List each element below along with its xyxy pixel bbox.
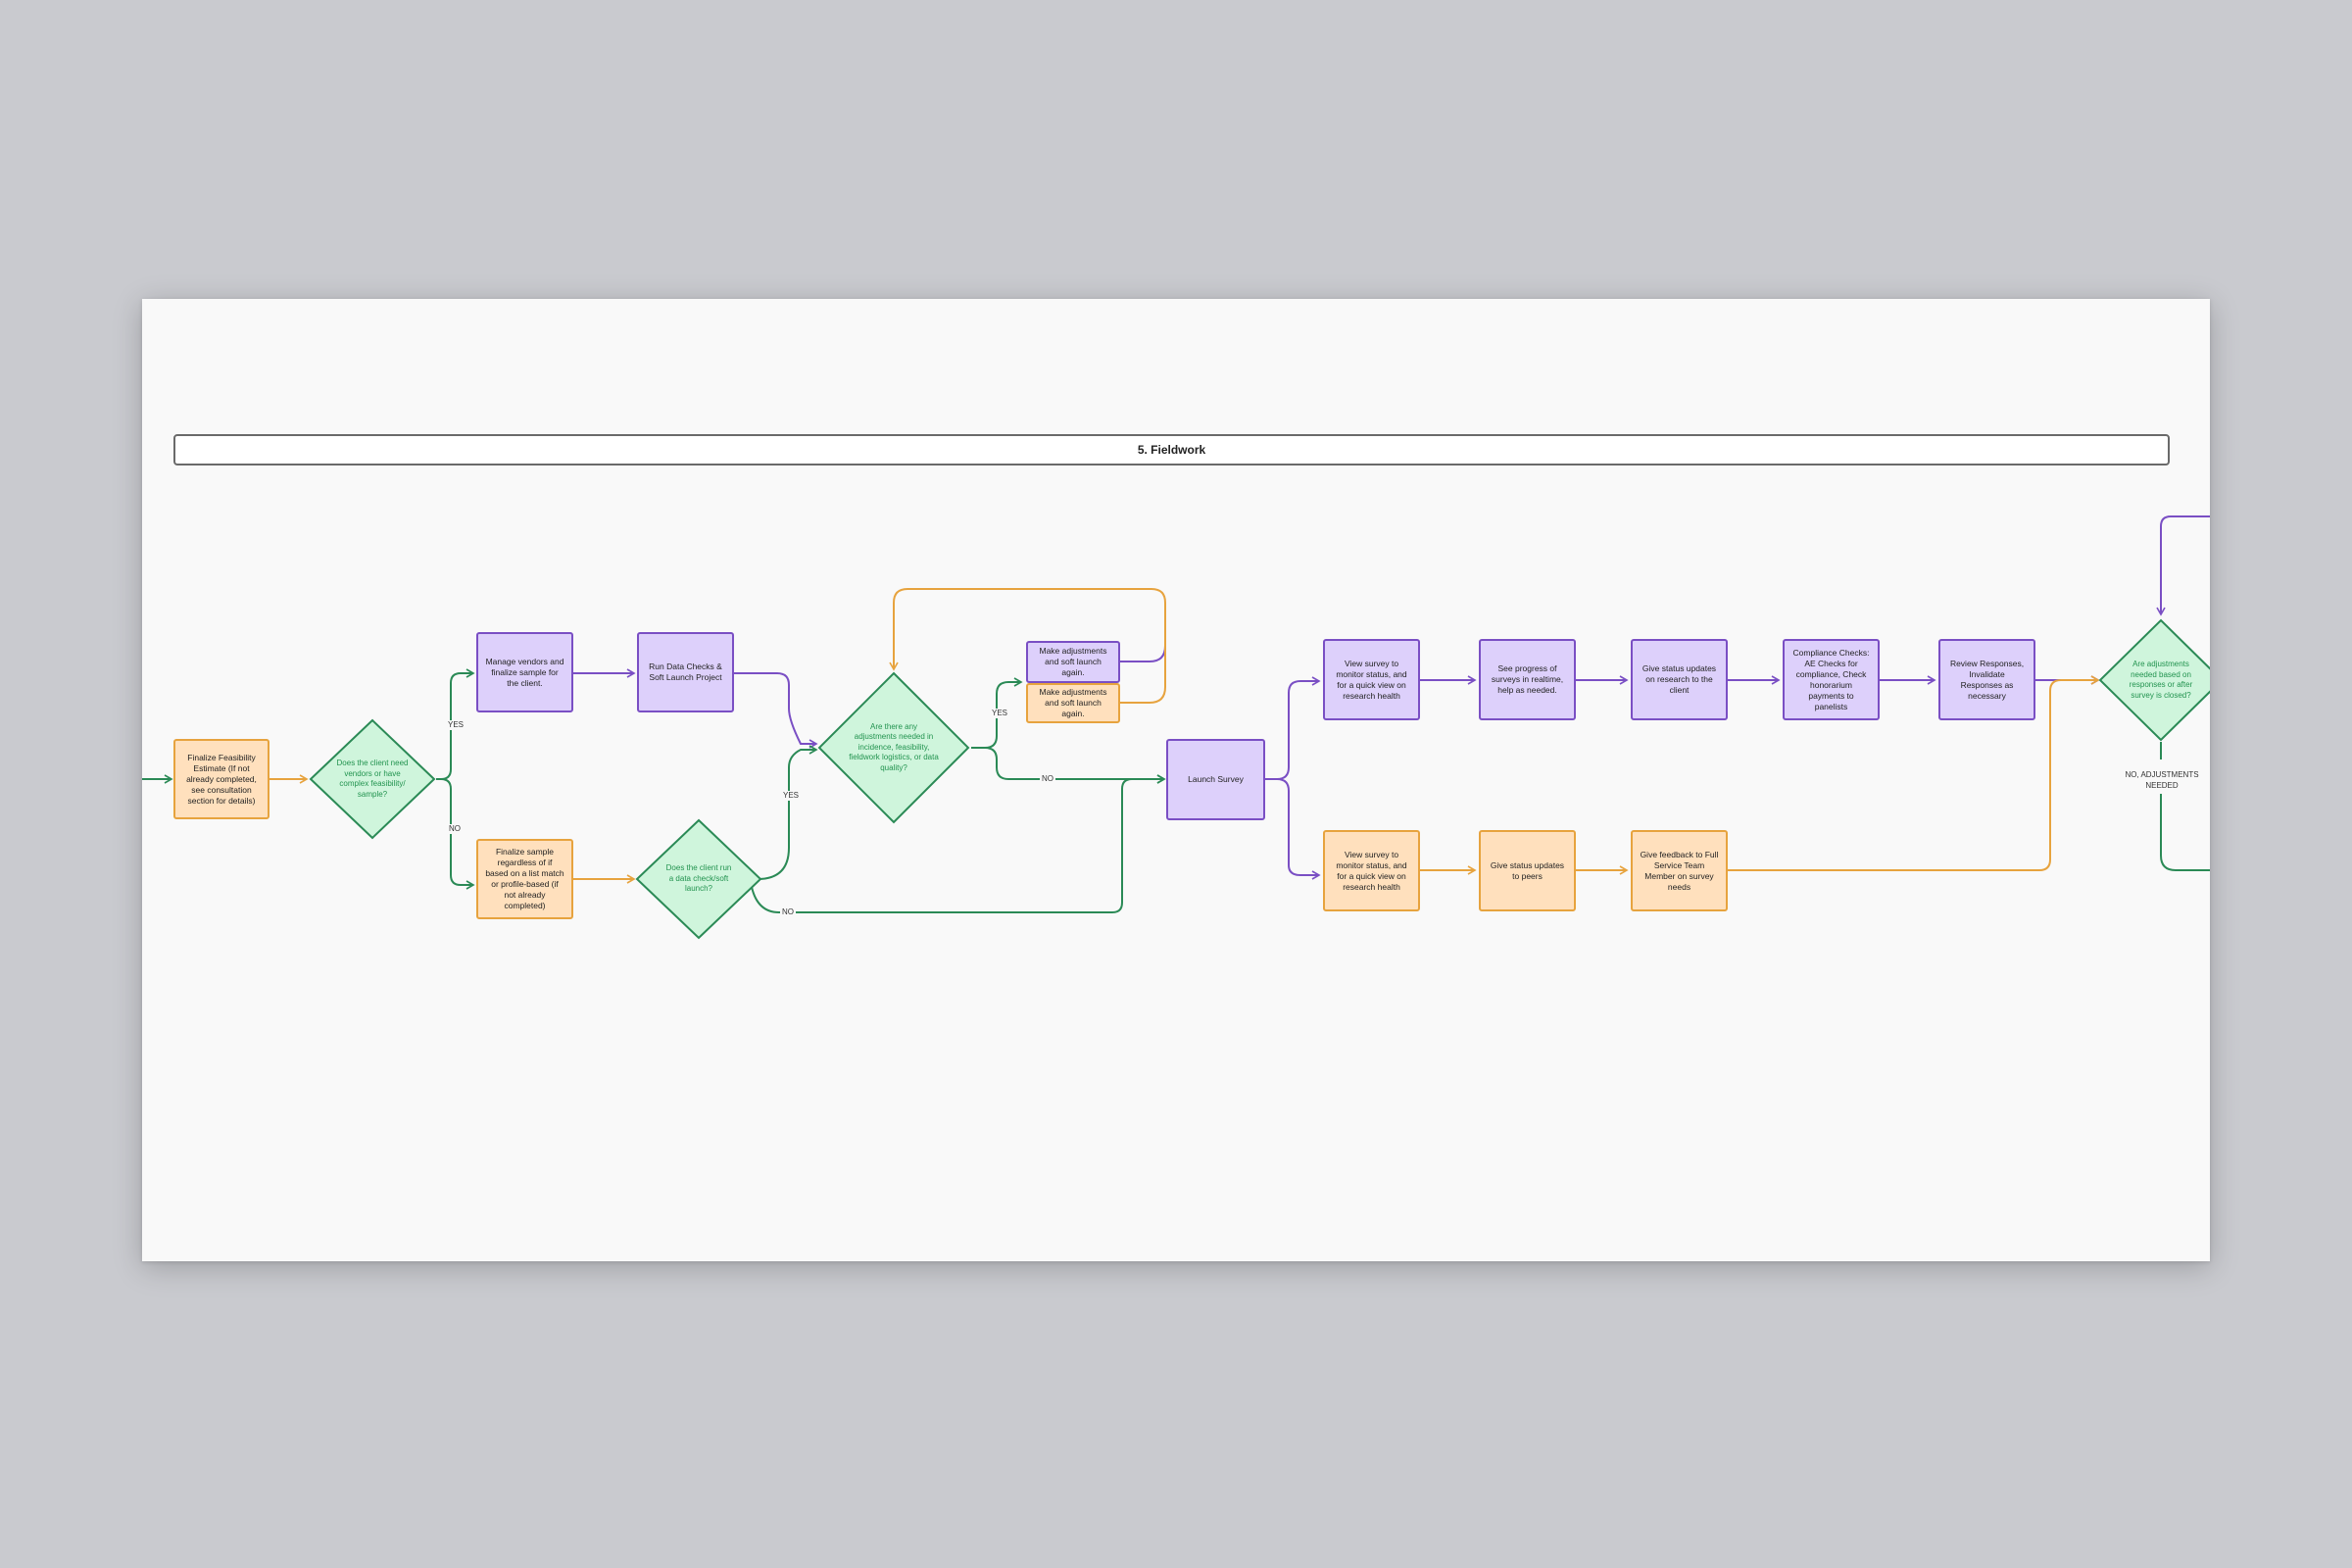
decision-data-check-text[interactable]: Does the client run a data check/soft la… xyxy=(665,856,732,903)
label-yes-adjustments: YES xyxy=(990,709,1010,718)
label-no-adjustments: NO xyxy=(1040,774,1055,784)
edge-loop-purple xyxy=(1120,627,1166,662)
edge-decision2-yes xyxy=(752,745,818,880)
node-view-survey-orange[interactable]: View survey to monitor status, and for a… xyxy=(1323,830,1420,911)
edge-decision4-out xyxy=(2160,794,2210,871)
node-review-responses[interactable]: Review Responses, Invalidate Responses a… xyxy=(1938,639,2035,720)
edge-decision3-no xyxy=(971,747,1166,784)
edge-launch-branch-bottom xyxy=(1276,778,1321,880)
decision-adjustments-after-text[interactable]: Are adjustments needed based on response… xyxy=(2127,650,2195,710)
node-give-status-client[interactable]: Give status updates on research to the c… xyxy=(1631,639,1728,720)
label-no-vendors: NO xyxy=(447,824,463,834)
node-see-progress[interactable]: See progress of surveys in realtime, hel… xyxy=(1479,639,1576,720)
label-no-adjustments-needed: NO, ADJUSTMENTS NEEDED xyxy=(2122,769,2202,791)
edge-decision4-in xyxy=(2156,515,2210,616)
node-manage-vendors[interactable]: Manage vendors and finalize sample for t… xyxy=(476,632,573,712)
node-make-adjustments-purple[interactable]: Make adjustments and soft launch again. xyxy=(1026,641,1120,683)
decision-adjustments-needed-text[interactable]: Are there any adjustments needed in inci… xyxy=(849,709,939,787)
node-run-data-checks[interactable]: Run Data Checks & Soft Launch Project xyxy=(637,632,734,712)
edge-checks-decision3 xyxy=(734,672,818,749)
label-yes-vendors: YES xyxy=(446,720,466,730)
node-launch-survey[interactable]: Launch Survey xyxy=(1166,739,1265,820)
section-header-fieldwork: 5. Fieldwork xyxy=(173,434,2170,466)
label-no-data-check: NO xyxy=(780,907,796,917)
edge-decision2-no xyxy=(751,774,1166,913)
node-finalize-feasibility[interactable]: Finalize Feasibility Estimate (If not al… xyxy=(173,739,270,819)
node-give-status-peers[interactable]: Give status updates to peers xyxy=(1479,830,1576,911)
flowchart-board: 5. Fieldwork Finalize Feasibility Estima… xyxy=(142,299,2210,1261)
node-give-feedback[interactable]: Give feedback to Full Service Team Membe… xyxy=(1631,830,1728,911)
node-view-survey-purple[interactable]: View survey to monitor status, and for a… xyxy=(1323,639,1420,720)
label-yes-data-check: YES xyxy=(781,791,802,801)
node-finalize-sample[interactable]: Finalize sample regardless of if based o… xyxy=(476,839,573,919)
node-make-adjustments-orange[interactable]: Make adjustments and soft launch again. xyxy=(1026,683,1120,723)
edge-launch-branch-top xyxy=(1265,676,1321,780)
decision-need-vendors-text[interactable]: Does the client need vendors or have com… xyxy=(333,748,412,810)
node-compliance-checks[interactable]: Compliance Checks: AE Checks for complia… xyxy=(1783,639,1880,720)
